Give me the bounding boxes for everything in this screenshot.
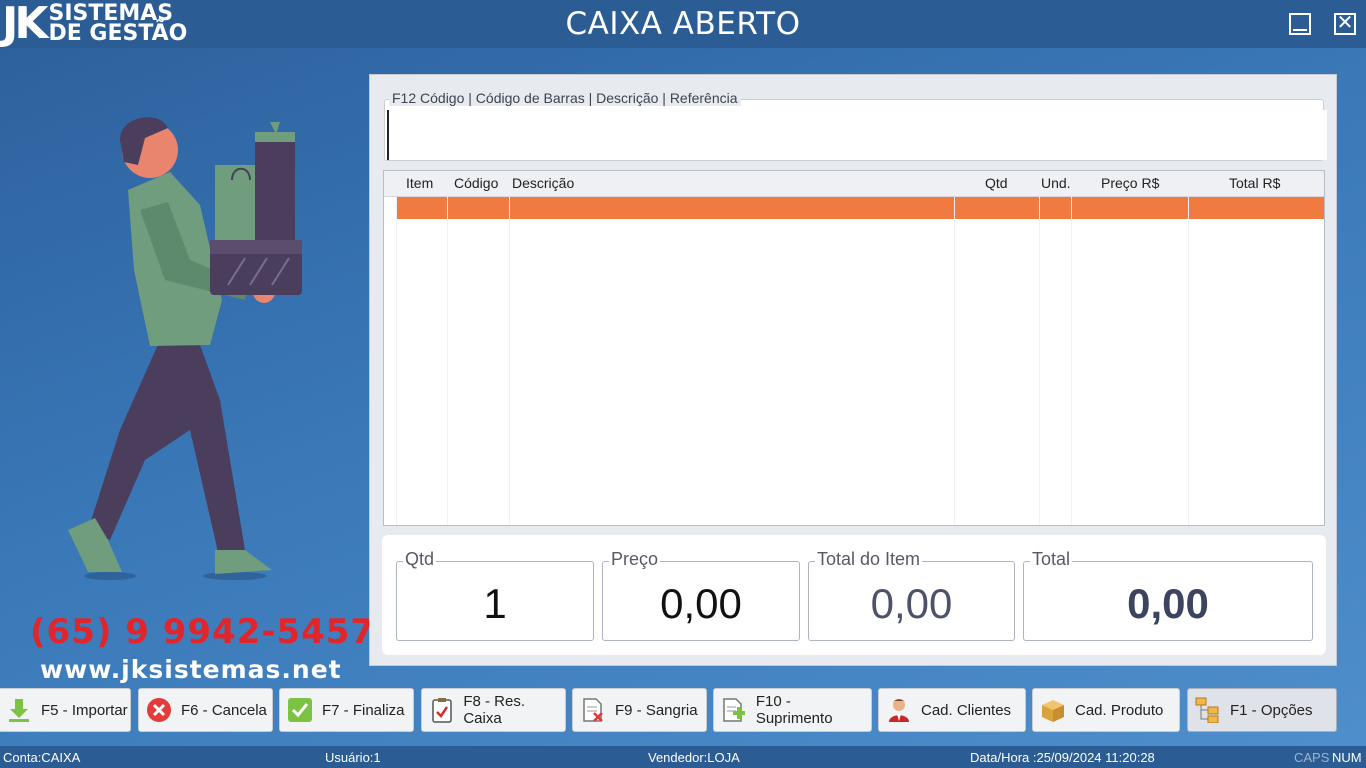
sale-panel: F12 Código | Código de Barras | Descriçã… [369,74,1337,666]
col-header-total[interactable]: Total R$ [1229,175,1280,191]
close-button[interactable]: ✕ [1334,13,1356,35]
item-total-label: Total do Item [815,549,923,570]
col-header-descricao[interactable]: Descrição [512,175,574,191]
supply-label: F10 - Suprimento [755,693,833,727]
withdrawal-button[interactable]: F9 - Sangria [572,688,707,732]
options-button[interactable]: F1 - Opções [1187,688,1337,732]
cash-summary-label: F8 - Res. Caixa [463,693,526,727]
document-add-icon [720,696,748,724]
cash-summary-button[interactable]: F8 - Res. Caixa [421,688,566,732]
status-account: Conta:CAIXA [3,750,81,765]
box-icon [1039,696,1067,724]
user-icon [885,696,913,724]
search-legend: F12 Código | Código de Barras | Descriçã… [389,90,741,106]
minimize-button[interactable] [1289,13,1311,35]
status-user: Usuário:1 [325,750,381,765]
clipboard-icon [428,696,455,724]
column-divider [447,197,448,525]
products-button[interactable]: Cad. Produto [1032,688,1180,732]
status-caps: CAPS [1294,750,1330,765]
title-bar: JK SISTEMAS DE GESTÃO CAIXA ABERTO ✕ [0,0,1366,48]
status-bar: Conta:CAIXA Usuário:1 Vendedor:LOJA Data… [0,746,1366,768]
cancel-icon [145,696,173,724]
col-header-qtd[interactable]: Qtd [985,175,1008,191]
window-title: CAIXA ABERTO [565,6,801,42]
download-icon [5,696,33,724]
import-button[interactable]: F5 - Importar [0,688,131,732]
column-divider [509,197,510,525]
product-search-group: F12 Código | Código de Barras | Descriçã… [384,90,1327,161]
status-datetime: Data/Hora :25/09/2024 11:20:28 [970,750,1155,765]
status-num: NUM [1332,750,1362,765]
shopper-illustration [68,117,302,580]
qtd-box: Qtd 1 [396,549,594,641]
item-total-box: Total do Item 0,00 [808,549,1015,641]
items-grid[interactable]: Item Código Descrição Qtd Und. Preço R$ … [383,170,1325,526]
qtd-value: 1 [483,580,507,627]
finalize-button[interactable]: F7 - Finaliza [279,688,414,732]
totals-area: Qtd 1 Preço 0,00 Total do Item 0,00 Tota… [382,535,1326,655]
cancel-button[interactable]: F6 - Cancela [138,688,273,732]
customers-button[interactable]: Cad. Clientes [878,688,1026,732]
preco-value: 0,00 [660,580,742,627]
document-remove-icon [579,696,607,724]
check-icon [286,696,314,724]
preco-box: Preço 0,00 [602,549,800,641]
total-label: Total [1030,549,1073,570]
col-header-preco[interactable]: Preço R$ [1101,175,1159,191]
supply-button[interactable]: F10 - Suprimento [713,688,872,732]
finalize-label: F7 - Finaliza [322,701,405,719]
cancel-label: F6 - Cancela [181,701,267,719]
preco-label: Preço [609,549,661,570]
total-value: 0,00 [1127,580,1209,627]
col-header-item[interactable]: Item [406,175,433,191]
withdrawal-label: F9 - Sangria [615,701,698,719]
product-search-input[interactable] [387,110,1327,160]
col-header-codigo[interactable]: Código [454,175,498,191]
qtd-label: Qtd [403,549,437,570]
column-divider [1039,197,1040,525]
item-total-value: 0,00 [870,580,953,627]
grid-header: Item Código Descrição Qtd Und. Preço R$ … [384,171,1324,197]
import-label: F5 - Importar [41,701,128,719]
column-divider [396,197,397,525]
column-divider [1071,197,1072,525]
status-seller: Vendedor:LOJA [648,750,740,765]
customers-label: Cad. Clientes [921,701,1012,719]
total-box: Total 0,00 [1023,549,1313,641]
column-divider [1188,197,1189,525]
website-url: www.jksistemas.net [40,655,342,684]
phone-number: (65) 9 9942-5457 [30,612,376,652]
hierarchy-icon [1194,696,1222,724]
selected-row[interactable] [396,197,1324,219]
col-header-und[interactable]: Und. [1041,175,1071,191]
column-divider [954,197,955,525]
products-label: Cad. Produto [1075,701,1164,719]
options-label: F1 - Opções [1230,701,1313,719]
